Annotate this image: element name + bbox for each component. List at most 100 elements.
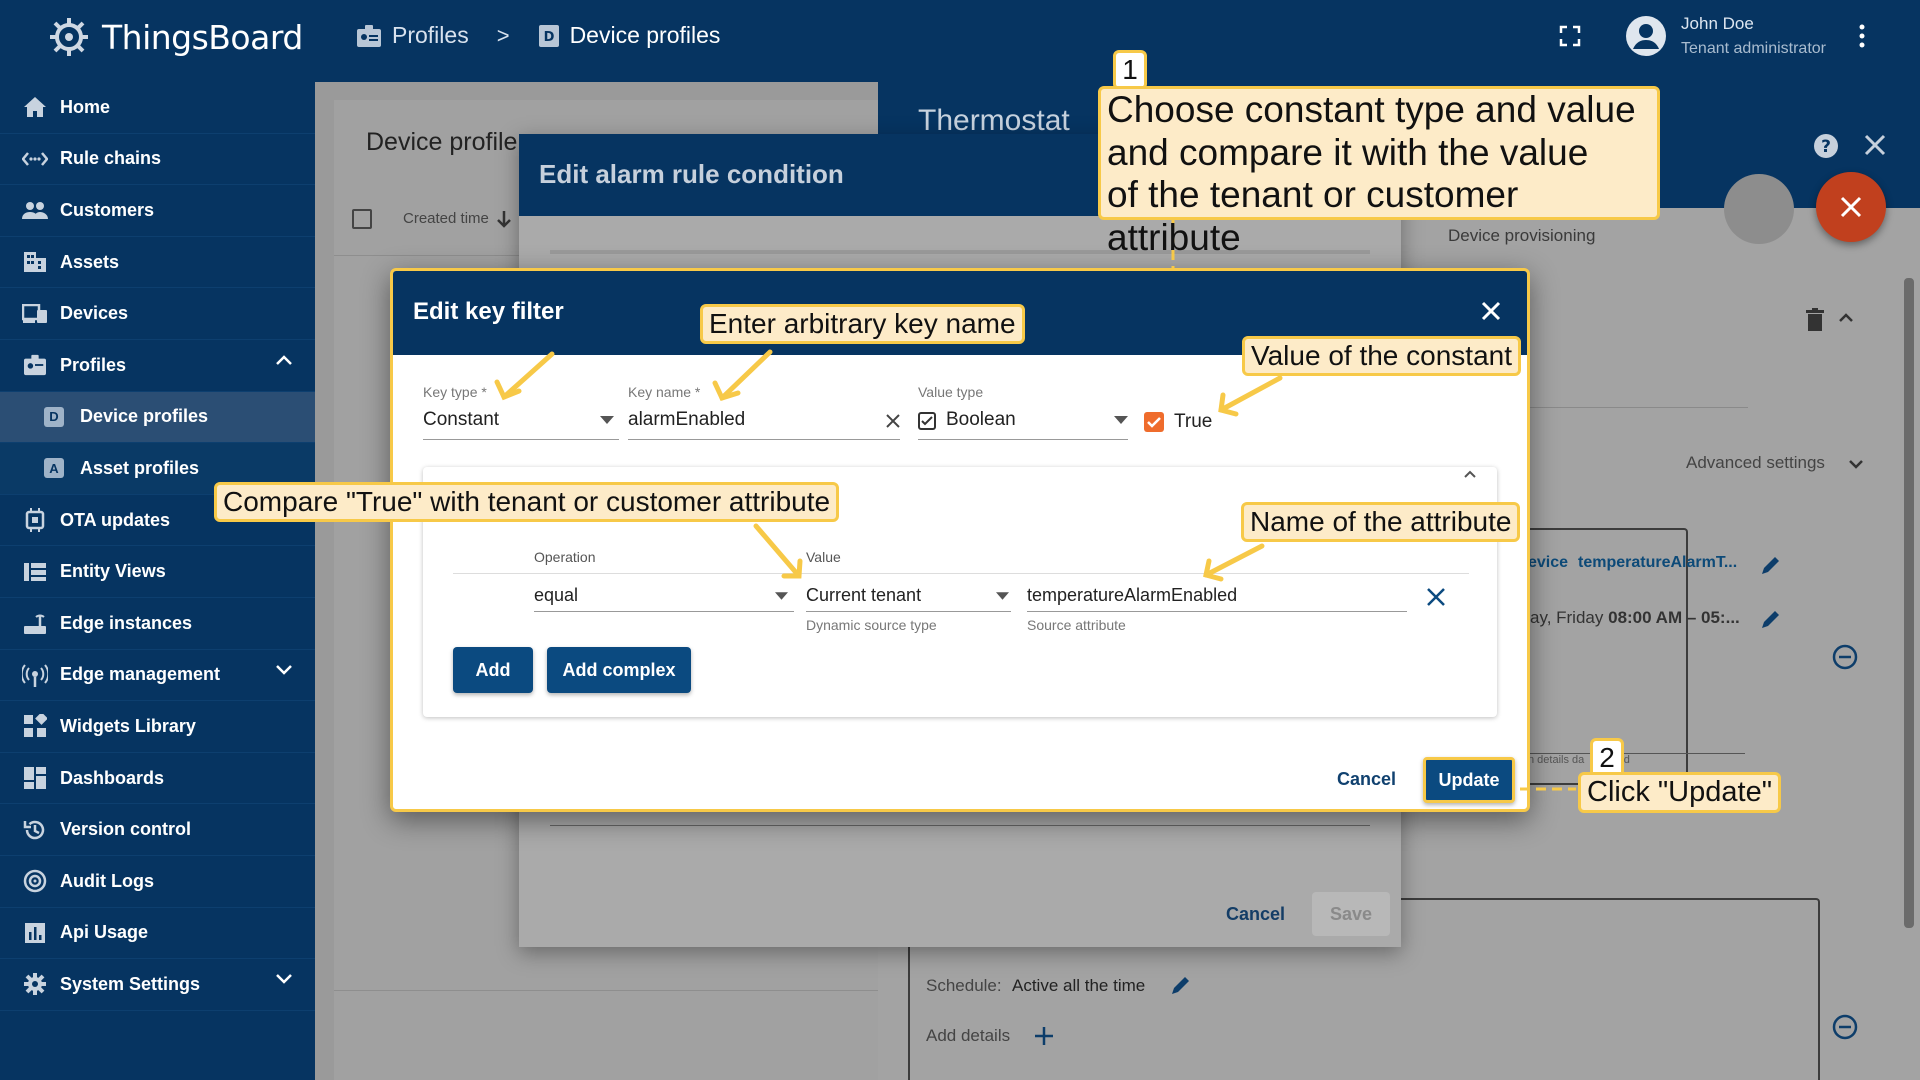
sidebar-item-edge-management[interactable]: Edge management (0, 650, 315, 702)
key-name-callout: Enter arbitrary key name (700, 304, 1025, 345)
sidebar-item-dashboards[interactable]: Dashboards (0, 753, 315, 805)
sidebar-item-label: Entity Views (60, 561, 166, 582)
app-name: ThingsBoard (102, 17, 303, 57)
close-icon (1840, 196, 1862, 218)
chevron-down-icon[interactable] (275, 664, 293, 676)
add-complex-button[interactable]: Add complex (547, 647, 691, 693)
chevron-up-icon[interactable] (1463, 469, 1477, 479)
constant-value-checkbox[interactable] (1144, 412, 1164, 432)
cancel-button[interactable]: Cancel (1337, 769, 1396, 790)
sidebar-item-home[interactable]: Home (0, 82, 315, 134)
sidebar-item-api-usage[interactable]: Api Usage (0, 908, 315, 960)
edit-icon[interactable] (1170, 974, 1192, 996)
sidebar-item-assets[interactable]: Assets (0, 237, 315, 289)
discard-changes-button[interactable] (1816, 172, 1886, 242)
avatar-icon[interactable] (1625, 15, 1667, 57)
add-button[interactable]: Add (453, 647, 533, 693)
sidebar-item-label: Customers (60, 199, 155, 220)
source-attribute-input[interactable]: temperatureAlarmEnabled (1027, 585, 1237, 606)
dropdown-arrow-icon[interactable] (775, 592, 788, 600)
apply-changes-button[interactable] (1724, 174, 1794, 244)
key-type-label: Key type * (423, 384, 487, 400)
divider (453, 573, 1469, 574)
sidebar-item-device-profiles[interactable]: D Device profiles (0, 391, 315, 444)
sidebar-item-label: Audit Logs (60, 870, 154, 891)
step-1-line-1: Choose constant type and value (1107, 89, 1636, 130)
chevron-down-icon[interactable] (1848, 458, 1864, 470)
breadcrumb-device-profiles[interactable]: D Device profiles (538, 22, 720, 49)
sidebar-item-audit-logs[interactable]: Audit Logs (0, 856, 315, 908)
user-menu[interactable]: John Doe Tenant administrator (1559, 14, 1866, 58)
sidebar-item-widgets-library[interactable]: Widgets Library (0, 701, 315, 753)
widgets-icon (22, 713, 48, 739)
sidebar-item-edge-instances[interactable]: Edge instances (0, 598, 315, 650)
dropdown-arrow-icon[interactable] (1114, 416, 1128, 424)
add-details-link[interactable]: Add details (926, 1026, 1010, 1046)
sidebar-item-devices[interactable]: Devices (0, 288, 315, 340)
constant-value-callout: Value of the constant (1242, 336, 1521, 377)
value-type-underline (918, 439, 1128, 440)
check-icon (1147, 417, 1161, 428)
delete-icon[interactable] (1806, 308, 1824, 332)
dropdown-arrow-icon[interactable] (600, 416, 614, 424)
edit-icon[interactable] (1760, 608, 1782, 630)
customers-icon (22, 197, 48, 223)
schedule-label: Schedule: (926, 976, 1002, 995)
created-time-column-header[interactable]: Created time (403, 210, 489, 227)
chevron-up-icon[interactable] (1838, 312, 1854, 324)
key-type-underline (423, 439, 619, 440)
source-attribute-underline (1027, 611, 1407, 612)
user-name: John Doe (1681, 14, 1754, 33)
svg-text:?: ? (1821, 137, 1831, 157)
key-name-input[interactable]: alarmEnabled (628, 409, 745, 431)
breadcrumb-profiles[interactable]: Profiles (356, 22, 469, 49)
arrow-down-icon (497, 211, 511, 228)
sidebar-item-label: Assets (60, 251, 120, 272)
value-type-select[interactable]: Boolean (946, 409, 1016, 431)
dashboards-icon (22, 765, 48, 791)
source-attribute-hint: Source attribute (1027, 617, 1126, 633)
logo[interactable]: ThingsBoard (46, 14, 303, 60)
advanced-settings-toggle[interactable]: Advanced settings (1686, 453, 1825, 473)
sidebar-item-label: System Settings (60, 973, 201, 994)
key-name-underline (628, 439, 900, 440)
select-all-checkbox[interactable] (352, 209, 372, 229)
sidebar-item-customers[interactable]: Customers (0, 185, 315, 237)
remove-circle-icon[interactable] (1832, 1014, 1858, 1040)
edge-management-icon (22, 662, 48, 688)
close-icon[interactable] (1481, 301, 1501, 321)
schedule-value: Active all the time (1012, 976, 1146, 995)
divider (550, 825, 1370, 826)
sidebar-item-rule-chains[interactable]: Rule chains (0, 134, 315, 186)
edit-icon[interactable] (1760, 554, 1782, 576)
remove-circle-icon[interactable] (1832, 644, 1858, 670)
scrollbar[interactable] (1904, 278, 1914, 928)
value-type-label: Value type (918, 384, 984, 400)
fullscreen-icon[interactable] (1559, 25, 1581, 47)
sidebar-item-label: Asset profiles (80, 457, 200, 478)
add-icon[interactable] (1034, 1026, 1054, 1046)
update-button[interactable]: Update (1423, 757, 1515, 803)
dynamic-source-select[interactable]: Current tenant (806, 585, 921, 606)
key-type-select[interactable]: Constant (423, 409, 499, 431)
help-icon[interactable]: ? (1812, 132, 1840, 160)
sidebar-item-version-control[interactable]: Version control (0, 804, 315, 856)
alarm-cancel-button[interactable]: Cancel (1226, 904, 1285, 925)
key-chip-1: evice (1528, 554, 1569, 571)
close-icon[interactable] (1864, 134, 1886, 156)
details-hint: n details da (1528, 754, 1585, 766)
sidebar-item-entity-views[interactable]: Entity Views (0, 546, 315, 598)
more-vert-icon[interactable] (1858, 23, 1866, 49)
sidebar-item-profiles[interactable]: Profiles (0, 340, 315, 392)
clear-icon[interactable] (886, 414, 900, 428)
alarm-save-button[interactable]: Save (1312, 892, 1390, 936)
chevron-up-icon[interactable] (275, 354, 293, 366)
operation-select[interactable]: equal (534, 585, 578, 606)
dropdown-arrow-icon[interactable] (996, 592, 1009, 600)
remove-predicate-icon[interactable] (1426, 587, 1446, 607)
sidebar-item-label: Dashboards (60, 767, 165, 788)
operation-underline (534, 611, 794, 612)
profile-title: Thermostat (918, 104, 1070, 137)
chevron-down-icon[interactable] (275, 973, 293, 985)
sidebar-item-system-settings[interactable]: System Settings (0, 959, 315, 1011)
